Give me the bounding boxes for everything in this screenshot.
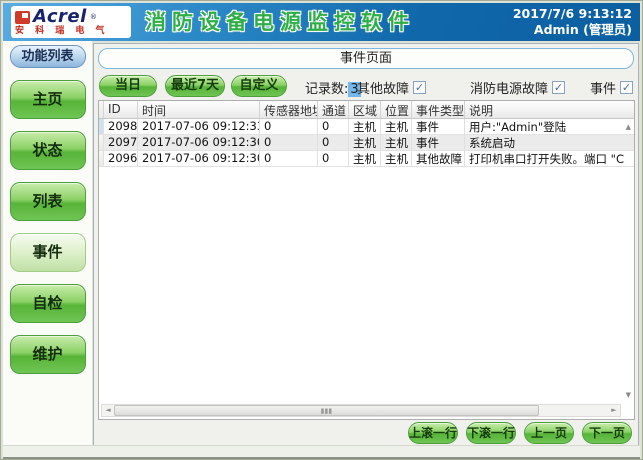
- cell-channel: 0: [318, 119, 349, 134]
- logo-subtitle: 安 科 瑞 电 气: [15, 26, 127, 37]
- cell-time: 2017-07-06 09:12:30.123: [138, 135, 260, 150]
- cell-time: 2017-07-06 09:12:33.657: [138, 119, 260, 134]
- logo-brand-text: Acrel: [33, 9, 87, 25]
- cell-time: 2017-07-06 09:12:30.033: [138, 151, 260, 166]
- scrollbar-track[interactable]: ▮▮▮: [114, 405, 608, 416]
- app-window: Acrel ® 安 科 瑞 电 气 消防设备电源监控软件 2017/7/6 9:…: [0, 0, 643, 460]
- registered-mark: ®: [90, 13, 97, 21]
- sidebar: 功能列表 主页 状态 列表 事件 自检 维护 V1.0.0: [3, 41, 92, 445]
- today-button[interactable]: 当日: [99, 75, 157, 97]
- sidebar-item-events[interactable]: 事件: [10, 233, 86, 272]
- filter-bar: 当日 最近7天 自定义 记录数:3 其他故障 ✓ 消防电源故障 ✓ 事件 ✓: [94, 74, 638, 98]
- cell-area: 主机: [349, 135, 381, 150]
- scroll-left-icon[interactable]: ◄: [102, 405, 114, 416]
- table-row[interactable]: 2098 2017-07-06 09:12:33.657 0 0 主机 主机 事…: [99, 119, 634, 135]
- pager-bar: 上滚一行 下滚一行 上一页 下一页: [408, 422, 632, 444]
- table-row[interactable]: 2096 2017-07-06 09:12:30.033 0 0 主机 主机 其…: [99, 151, 634, 167]
- cell-description: 系统启动: [465, 135, 634, 150]
- fire-power-fault-checkbox[interactable]: ✓: [552, 81, 565, 94]
- fire-power-fault-filter: 消防电源故障 ✓: [470, 78, 565, 97]
- cell-id: 2096: [104, 151, 138, 166]
- col-header-area[interactable]: 区域: [349, 101, 381, 118]
- col-header-id[interactable]: ID: [104, 101, 138, 118]
- sidebar-item-home[interactable]: 主页: [10, 80, 86, 119]
- app-title: 消防设备电源监控软件: [145, 3, 415, 41]
- last7days-button[interactable]: 最近7天: [165, 75, 225, 97]
- current-user-label: Admin (管理员): [513, 22, 632, 38]
- other-fault-checkbox[interactable]: ✓: [413, 81, 426, 94]
- event-filter: 事件 ✓: [590, 78, 633, 97]
- event-checkbox[interactable]: ✓: [620, 81, 633, 94]
- cell-area: 主机: [349, 151, 381, 166]
- acrel-logo: Acrel ® 安 科 瑞 电 气: [11, 6, 131, 38]
- page-title: 事件页面: [98, 48, 634, 69]
- cell-sensor: 0: [260, 151, 318, 166]
- cell-channel: 0: [318, 135, 349, 150]
- scroll-right-icon[interactable]: ►: [608, 405, 620, 416]
- scroll-up-icon[interactable]: ▲: [626, 123, 631, 131]
- cell-id: 2098: [104, 119, 138, 134]
- sidebar-item-list[interactable]: 列表: [10, 182, 86, 221]
- col-header-description[interactable]: 说明: [465, 101, 634, 118]
- col-header-position[interactable]: 位置: [381, 101, 412, 118]
- fire-power-fault-label: 消防电源故障: [470, 78, 548, 97]
- horizontal-scrollbar[interactable]: ◄ ▮▮▮ ►: [101, 404, 621, 417]
- status-strip: [3, 445, 640, 459]
- scroll-up-row-button[interactable]: 上滚一行: [408, 422, 458, 444]
- other-fault-label: 其他故障: [357, 78, 409, 97]
- cell-id: 2097: [104, 135, 138, 150]
- sidebar-header: 功能列表: [10, 45, 86, 68]
- col-header-type[interactable]: 事件类型: [412, 101, 465, 118]
- cell-position: 主机: [381, 135, 412, 150]
- prev-page-button[interactable]: 上一页: [524, 422, 574, 444]
- record-count-label: 记录数:: [305, 82, 348, 97]
- table-header-row: ID 时间 传感器地址 通道 区域 位置 事件类型 说明: [99, 101, 634, 119]
- cell-position: 主机: [381, 119, 412, 134]
- cell-type: 事件: [412, 119, 465, 134]
- title-bar: Acrel ® 安 科 瑞 电 气 消防设备电源监控软件 2017/7/6 9:…: [3, 3, 640, 41]
- cell-type: 事件: [412, 135, 465, 150]
- cell-type: 其他故障: [412, 151, 465, 166]
- table-row[interactable]: 2097 2017-07-06 09:12:30.123 0 0 主机 主机 事…: [99, 135, 634, 151]
- scroll-down-row-button[interactable]: 下滚一行: [466, 422, 516, 444]
- custom-range-button[interactable]: 自定义: [231, 75, 287, 97]
- event-table: ID 时间 传感器地址 通道 区域 位置 事件类型 说明 2098 2017-0…: [98, 100, 635, 420]
- col-header-channel[interactable]: 通道: [318, 101, 349, 118]
- cell-position: 主机: [381, 151, 412, 166]
- cell-sensor: 0: [260, 119, 318, 134]
- event-page-panel: 事件页面 当日 最近7天 自定义 记录数:3 其他故障 ✓ 消防电源故障 ✓ 事…: [93, 43, 639, 446]
- header-info: 2017/7/6 9:13:12 Admin (管理员): [513, 6, 632, 38]
- col-header-sensor[interactable]: 传感器地址: [260, 101, 318, 118]
- sidebar-item-selfcheck[interactable]: 自检: [10, 284, 86, 323]
- col-header-time[interactable]: 时间: [138, 101, 260, 118]
- cell-description: 用户:"Admin"登陆: [465, 119, 634, 134]
- cell-sensor: 0: [260, 135, 318, 150]
- cell-area: 主机: [349, 119, 381, 134]
- scroll-down-icon[interactable]: ▼: [626, 391, 631, 399]
- acrel-logo-icon: [15, 11, 30, 24]
- scrollbar-thumb[interactable]: ▮▮▮: [114, 405, 539, 416]
- cell-channel: 0: [318, 151, 349, 166]
- datetime-label: 2017/7/6 9:13:12: [513, 6, 632, 22]
- other-fault-filter: 其他故障 ✓: [357, 78, 426, 97]
- cell-description: 打印机串口打开失败。端口 "C: [465, 151, 634, 166]
- next-page-button[interactable]: 下一页: [582, 422, 632, 444]
- sidebar-item-status[interactable]: 状态: [10, 131, 86, 170]
- event-filter-label: 事件: [590, 78, 616, 97]
- record-count: 记录数:3: [305, 78, 361, 97]
- sidebar-item-maintenance[interactable]: 维护: [10, 335, 86, 374]
